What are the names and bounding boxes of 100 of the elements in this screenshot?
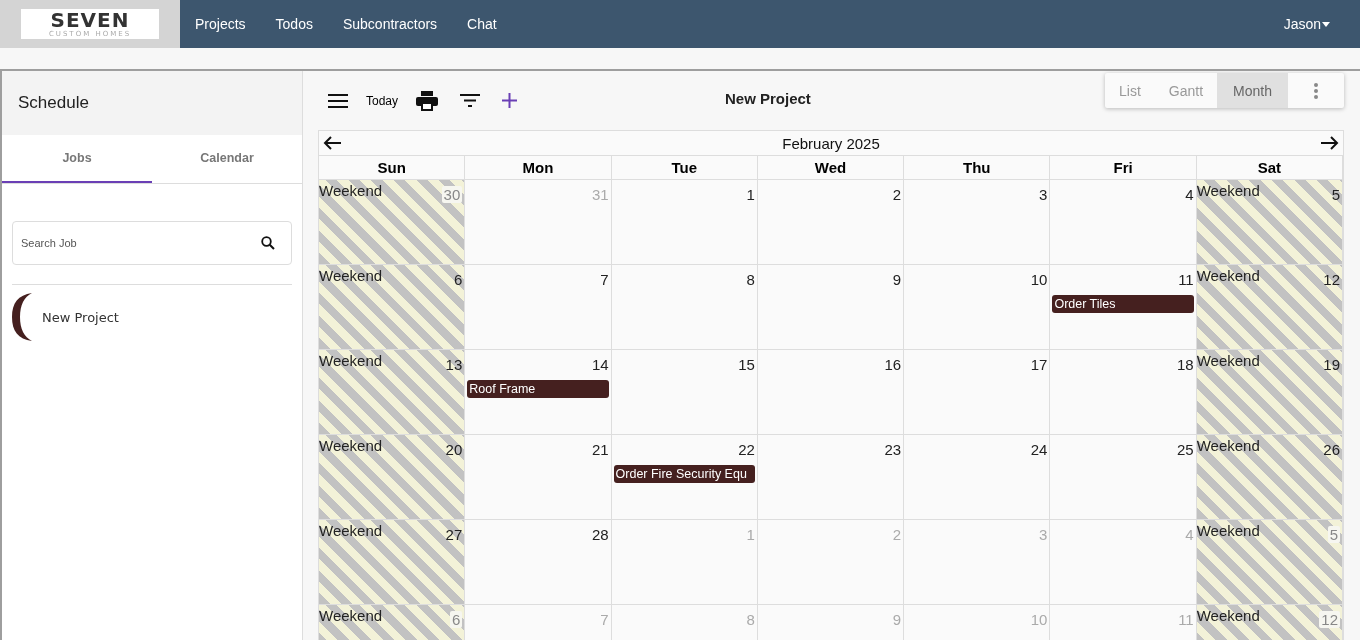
date-number: 2 <box>892 526 902 543</box>
menu-icon[interactable] <box>328 93 348 108</box>
today-button[interactable]: Today <box>366 93 399 108</box>
date-number: 11 <box>1178 271 1194 288</box>
weekend-label: Weekend <box>319 182 383 199</box>
user-menu[interactable]: Jason <box>1283 16 1330 32</box>
date-number: 23 <box>884 441 902 458</box>
nav-link[interactable]: Todos <box>275 16 313 32</box>
weekday-header: Tue <box>611 156 758 180</box>
day-cell[interactable]: Weekend 30 <box>319 180 466 265</box>
day-cell[interactable]: 4 <box>1050 180 1197 265</box>
day-cell[interactable]: 8 <box>611 265 758 350</box>
event-bar[interactable]: Order Tiles <box>1052 295 1194 313</box>
day-cell[interactable]: Weekend 12 <box>1196 265 1343 350</box>
filter-icon[interactable] <box>460 94 481 107</box>
weekend-label: Weekend <box>1196 182 1260 199</box>
weekend-label: Weekend <box>319 352 383 369</box>
date-number: 24 <box>1030 441 1048 458</box>
date-number: 5 <box>1327 526 1340 543</box>
tab[interactable]: Calendar <box>152 135 302 183</box>
day-cell[interactable]: 28 <box>465 520 612 605</box>
day-cell[interactable]: 25 <box>1050 435 1197 520</box>
date-number: 4 <box>1185 186 1194 203</box>
date-number: 3 <box>1039 526 1048 543</box>
event-bar[interactable]: Order Fire Security Equ <box>613 465 755 483</box>
weekday-header: Fri <box>1050 156 1197 180</box>
day-cell[interactable]: 18 <box>1050 350 1197 435</box>
date-number: 8 <box>746 611 755 628</box>
nav-link[interactable]: Projects <box>195 16 246 32</box>
day-cell[interactable]: Weekend 5 <box>1196 520 1343 605</box>
date-number: 2 <box>892 186 902 203</box>
date-number: 9 <box>892 271 902 288</box>
day-cell[interactable]: Weekend 20 <box>319 435 466 520</box>
date-number: 18 <box>1177 356 1194 373</box>
date-number: 7 <box>600 271 609 288</box>
event-bar[interactable]: Roof Frame <box>467 380 609 398</box>
weekday-header: Mon <box>465 156 612 180</box>
date-number: 10 <box>1030 611 1048 628</box>
day-cell[interactable]: 9 <box>757 265 905 350</box>
weekday-header: Wed <box>757 156 905 180</box>
date-number: 6 <box>453 271 463 288</box>
weekend-label: Weekend <box>1196 267 1260 284</box>
date-number: 13 <box>445 356 463 373</box>
day-cell[interactable]: 23 <box>757 435 905 520</box>
arrow-right-icon[interactable] <box>1321 136 1339 150</box>
weekend-label: Weekend <box>319 267 383 284</box>
day-cell[interactable]: Weekend 6 <box>319 265 466 350</box>
day-cell[interactable]: 14 Roof Frame <box>465 350 612 435</box>
caret-icon <box>1322 21 1330 27</box>
day-cell[interactable]: 1 <box>611 180 758 265</box>
day-cell[interactable]: 21 <box>465 435 612 520</box>
day-cell[interactable]: 17 <box>904 350 1051 435</box>
date-number: 20 <box>445 441 463 458</box>
job-item[interactable]: New Project <box>12 293 302 341</box>
day-cell[interactable]: 15 <box>611 350 758 435</box>
month-title: February 2025 <box>782 134 880 152</box>
day-cell[interactable]: 7 <box>465 265 612 350</box>
weekend-label: Weekend <box>1196 522 1260 539</box>
print-icon[interactable] <box>416 90 439 111</box>
date-number: 30 <box>441 186 463 203</box>
weekend-label: Weekend <box>319 437 383 454</box>
date-number: 12 <box>1323 271 1340 288</box>
day-cell[interactable]: Weekend 26 <box>1196 435 1343 520</box>
day-cell[interactable]: Weekend 12 <box>1196 605 1343 640</box>
weekend-label: Weekend <box>1196 607 1260 624</box>
tab[interactable]: Jobs <box>2 135 152 183</box>
date-number: 3 <box>1039 186 1048 203</box>
day-cell[interactable]: 24 <box>904 435 1051 520</box>
day-cell[interactable]: 2 <box>757 180 905 265</box>
nav-link[interactable]: Subcontractors <box>342 16 438 32</box>
date-number: 31 <box>591 186 609 203</box>
date-number: 16 <box>884 356 902 373</box>
day-cell[interactable]: Weekend 19 <box>1196 350 1343 435</box>
day-cell[interactable]: 16 <box>757 350 905 435</box>
day-cell[interactable]: 22 Order Fire Security Equ <box>611 435 758 520</box>
nav-link[interactable]: Chat <box>467 16 497 32</box>
day-cell[interactable]: Weekend 5 <box>1196 180 1343 265</box>
day-cell[interactable]: Weekend 27 <box>319 520 466 605</box>
project-title: New Project <box>725 90 811 107</box>
arrow-left-icon[interactable] <box>323 136 341 150</box>
date-number: 19 <box>1323 356 1340 373</box>
day-cell[interactable]: 11 Order Tiles <box>1050 265 1197 350</box>
date-number: 28 <box>591 526 609 543</box>
day-cell[interactable]: 10 <box>904 265 1051 350</box>
weekend-label: Weekend <box>319 607 383 624</box>
date-number: 1 <box>746 186 755 203</box>
date-number: 9 <box>892 611 902 628</box>
view-tab[interactable]: Month <box>1217 73 1288 108</box>
weekend-label: Weekend <box>319 522 383 539</box>
day-cell[interactable]: Weekend 13 <box>319 350 466 435</box>
date-number: 21 <box>591 441 609 458</box>
date-number: 17 <box>1030 356 1048 373</box>
date-number: 11 <box>1178 611 1194 628</box>
search-icon[interactable] <box>261 236 275 250</box>
search-field[interactable]: Search Job <box>12 221 292 265</box>
more-icon[interactable] <box>1314 82 1318 99</box>
add-icon[interactable] <box>502 93 518 108</box>
day-cell[interactable]: 3 <box>904 180 1051 265</box>
day-cell[interactable]: Weekend 6 <box>319 605 466 640</box>
date-number: 25 <box>1177 441 1194 458</box>
